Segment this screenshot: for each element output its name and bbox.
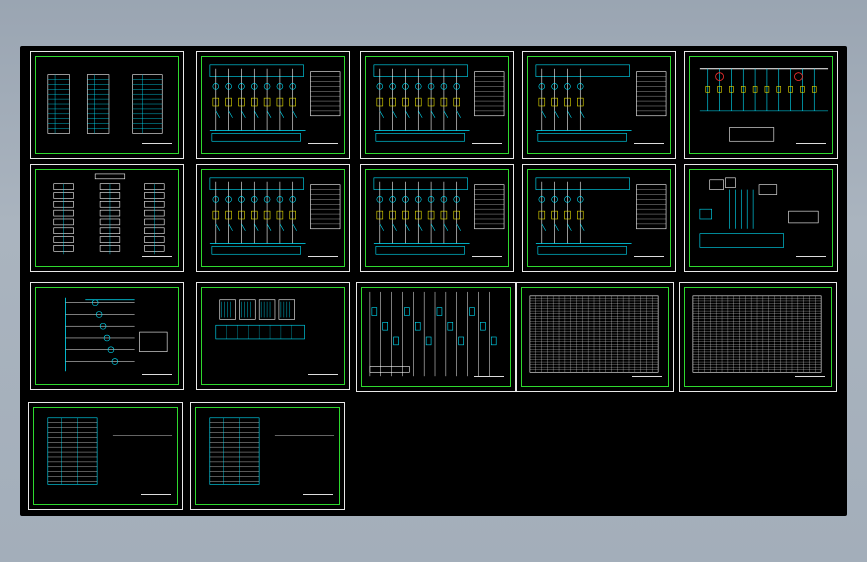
sheet-drawing-flowchart xyxy=(53,173,165,255)
sheet-frame xyxy=(201,169,345,267)
sheet-drawing-wiring xyxy=(369,291,497,377)
drawing-sheet-9[interactable] xyxy=(522,164,676,272)
title-block xyxy=(796,143,826,148)
drawing-sheet-13[interactable] xyxy=(356,282,516,392)
sheet-drawing-grid xyxy=(529,295,659,373)
drawing-sheet-8[interactable] xyxy=(360,164,514,272)
title-block xyxy=(303,494,333,499)
title-block xyxy=(308,256,338,261)
cad-model-space[interactable] xyxy=(20,46,847,516)
drawing-sheet-10[interactable] xyxy=(684,164,838,272)
title-block xyxy=(474,376,504,381)
sheet-frame xyxy=(689,169,833,267)
title-block xyxy=(308,143,338,148)
drawing-sheet-14[interactable] xyxy=(516,282,674,392)
drawing-sheet-11[interactable] xyxy=(30,282,184,390)
title-block xyxy=(795,376,825,381)
drawing-sheet-1[interactable] xyxy=(30,51,184,159)
title-block xyxy=(472,143,502,148)
sheet-drawing-list xyxy=(47,417,173,485)
title-block xyxy=(142,143,172,148)
title-block xyxy=(632,376,662,381)
drawing-sheet-7[interactable] xyxy=(196,164,350,272)
sheet-drawing-devices xyxy=(699,177,819,248)
sheet-drawing-schematic xyxy=(373,177,505,255)
sheet-frame xyxy=(201,287,345,385)
sheet-frame xyxy=(684,287,832,387)
drawing-sheet-12[interactable] xyxy=(196,282,350,390)
drawing-sheet-2[interactable] xyxy=(196,51,350,159)
drawing-sheet-15[interactable] xyxy=(679,282,837,392)
sheet-drawing-schematic xyxy=(373,64,505,142)
title-block xyxy=(142,374,172,379)
sheet-drawing-terminals xyxy=(215,299,305,340)
sheet-frame xyxy=(365,56,509,154)
sheet-frame xyxy=(521,287,669,387)
drawing-sheet-4[interactable] xyxy=(522,51,676,159)
title-block xyxy=(141,494,171,499)
sheet-frame xyxy=(527,56,671,154)
sheet-frame xyxy=(689,56,833,154)
sheet-drawing-schematic-small xyxy=(535,64,667,142)
sheet-drawing-schematic-small xyxy=(535,177,667,255)
sheet-drawing-table xyxy=(47,74,163,134)
drawing-sheet-16[interactable] xyxy=(28,402,183,510)
title-block xyxy=(634,256,664,261)
sheet-drawing-grid xyxy=(692,295,822,373)
title-block xyxy=(634,143,664,148)
sheet-frame xyxy=(361,287,511,387)
sheet-drawing-list xyxy=(209,417,335,485)
drawing-sheet-17[interactable] xyxy=(190,402,345,510)
sheet-frame xyxy=(35,56,179,154)
title-block xyxy=(472,256,502,261)
sheet-frame xyxy=(35,287,179,385)
sheet-frame xyxy=(201,56,345,154)
sheet-drawing-ladder xyxy=(65,297,168,372)
title-block xyxy=(796,256,826,261)
sheet-drawing-schematic xyxy=(209,64,341,142)
drawing-sheet-3[interactable] xyxy=(360,51,514,159)
sheet-frame xyxy=(527,169,671,267)
sheet-frame xyxy=(195,407,340,505)
title-block xyxy=(308,374,338,379)
sheet-frame xyxy=(35,169,179,267)
title-block xyxy=(142,256,172,261)
drawing-sheet-5[interactable] xyxy=(684,51,838,159)
sheet-drawing-schematic xyxy=(209,177,341,255)
sheet-frame xyxy=(33,407,178,505)
drawing-sheet-6[interactable] xyxy=(30,164,184,272)
sheet-frame xyxy=(365,169,509,267)
sheet-drawing-busbar xyxy=(699,68,829,142)
